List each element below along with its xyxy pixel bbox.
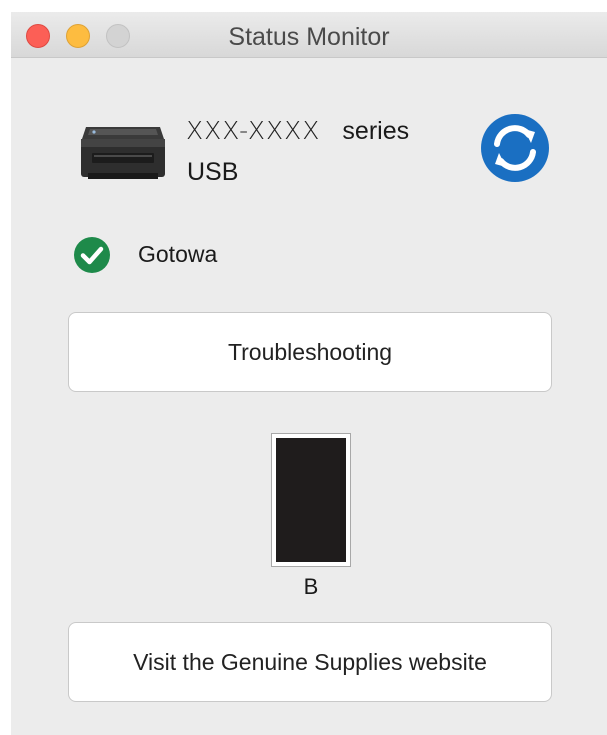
series-label: series: [342, 117, 410, 145]
toner-label: B: [303, 574, 319, 599]
troubleshooting-button[interactable]: Troubleshooting: [68, 312, 552, 392]
connection-type: USB: [187, 158, 239, 186]
toner-level-gauge: [271, 433, 351, 567]
printer-icon: [81, 127, 165, 179]
check-circle-icon: [74, 237, 110, 273]
model-name: XXX-XXXX: [186, 116, 321, 145]
genuine-supplies-button[interactable]: Visit the Genuine Supplies website: [68, 622, 552, 702]
status-monitor-window: Status Monitor XXX-XXXX series USB Gotowa…: [11, 12, 607, 735]
toner-level-fill: [276, 438, 346, 562]
window-title: Status Monitor: [228, 23, 390, 51]
status-text: Gotowa: [138, 241, 218, 267]
device-model: XXX-XXXX series: [186, 116, 409, 146]
refresh-icon[interactable]: [480, 113, 550, 183]
title-bar: Status Monitor: [11, 12, 607, 58]
